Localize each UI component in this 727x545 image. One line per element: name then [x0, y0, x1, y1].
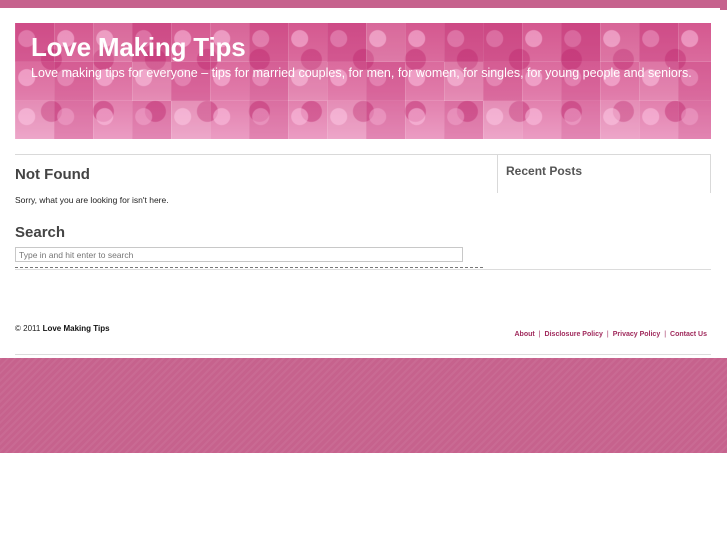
content-bottom-divider: [15, 269, 711, 270]
footer-link-privacy-policy[interactable]: Privacy Policy: [613, 331, 660, 338]
link-separator: |: [538, 331, 541, 338]
footer-link-contact-us[interactable]: Contact Us: [670, 331, 707, 338]
footer-divider: [15, 354, 711, 355]
footer-links: About | Disclosure Policy | Privacy Policy | C…: [515, 331, 708, 338]
header-banner: Love Making Tips Love making tips for ev…: [15, 23, 711, 139]
not-found-message: Sorry, what you are looking for isn't he…: [15, 195, 169, 205]
content-divider: [15, 154, 499, 155]
search-input[interactable]: [15, 247, 463, 262]
search-heading: Search: [15, 224, 66, 241]
recent-posts-title: Recent Posts: [506, 164, 583, 178]
page-container: Love Making Tips Love making tips for ev…: [0, 8, 720, 358]
footer-link-about[interactable]: About: [515, 331, 535, 338]
link-separator: |: [606, 331, 609, 338]
dashed-divider: [15, 267, 483, 268]
link-separator: |: [664, 331, 667, 338]
site-title[interactable]: Love Making Tips: [31, 32, 246, 63]
sidebar: Recent Posts: [497, 154, 711, 193]
banner-pattern-row: [15, 101, 711, 139]
page-background-bottom: [0, 358, 727, 453]
footer-site-name[interactable]: Love Making Tips: [43, 324, 110, 333]
not-found-heading: Not Found: [15, 166, 90, 183]
footer-copyright: © 2011 Love Making Tips: [15, 324, 110, 333]
site-description: Love making tips for everyone – tips for…: [31, 66, 692, 80]
footer-link-disclosure-policy[interactable]: Disclosure Policy: [545, 331, 603, 338]
copyright-prefix: © 2011: [15, 324, 41, 333]
